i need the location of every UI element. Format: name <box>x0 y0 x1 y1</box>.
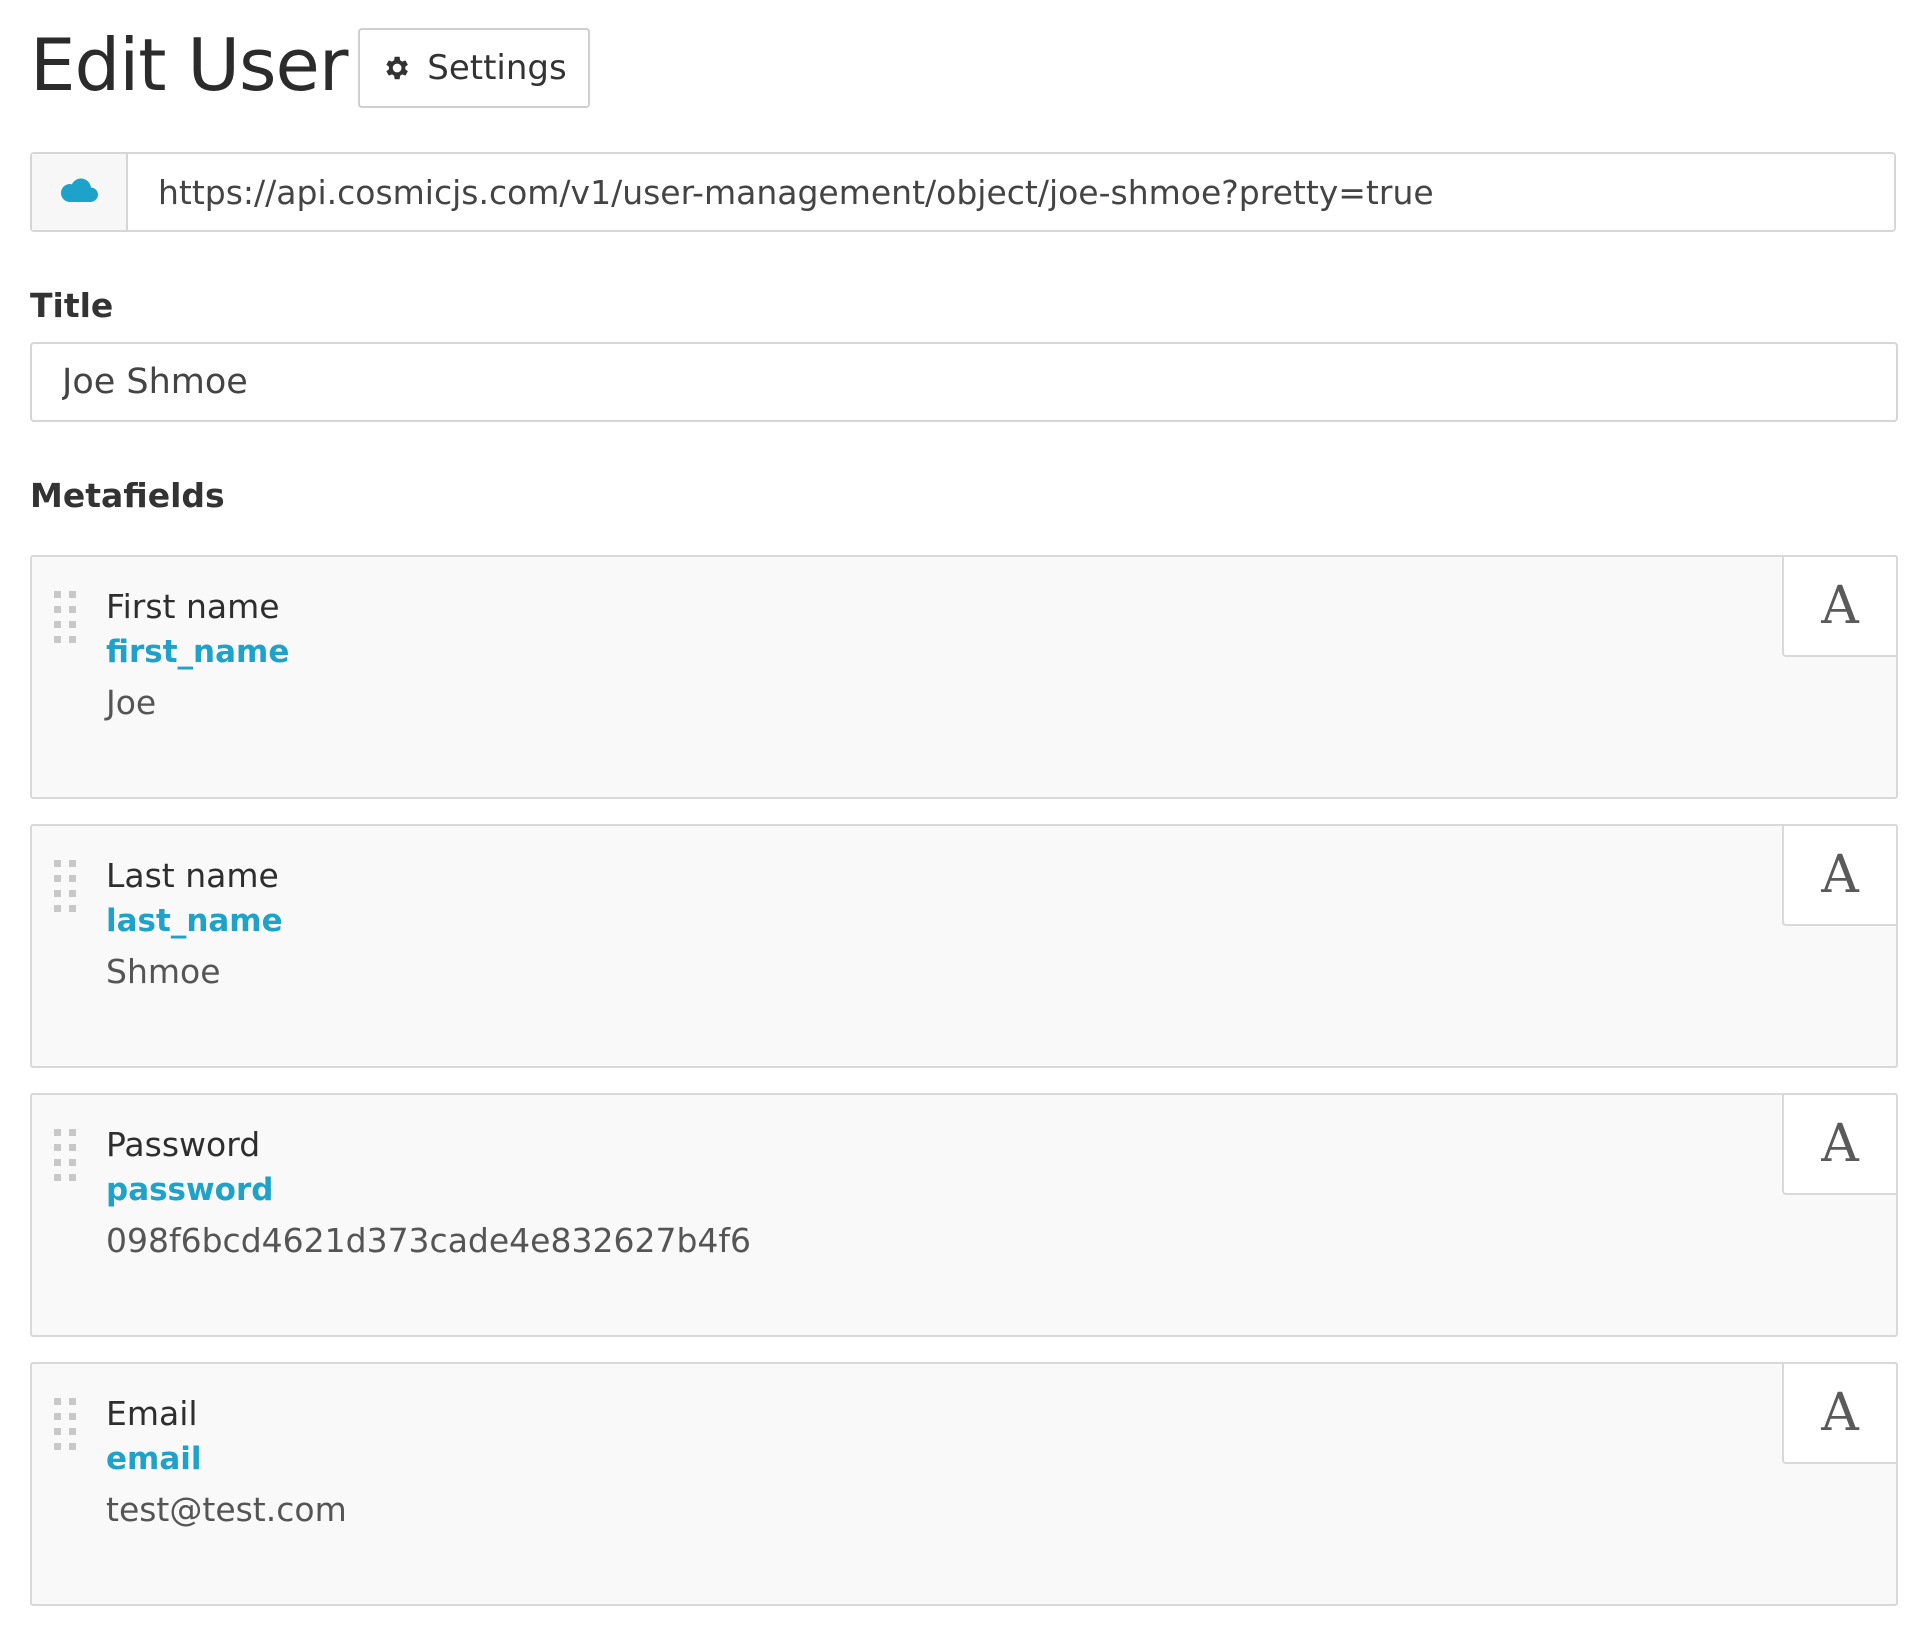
page-title: Edit User <box>30 29 347 101</box>
cloud-icon <box>59 176 99 208</box>
drag-handle-icon[interactable] <box>54 860 78 912</box>
metafield-value[interactable]: test@test.com <box>106 1490 347 1529</box>
edit-user-page: Edit User Settings Title Metafields Firs <box>0 0 1920 1625</box>
metafield-card: Password password 098f6bcd4621d373cade4e… <box>30 1093 1898 1337</box>
settings-button[interactable]: Settings <box>358 28 590 108</box>
metafields-heading: Metafields <box>30 476 225 515</box>
metafield-key: email <box>106 1441 202 1477</box>
api-url-input[interactable] <box>128 154 1894 230</box>
text-type-icon[interactable]: A <box>1782 555 1898 657</box>
gear-icon <box>381 53 411 83</box>
settings-button-label: Settings <box>427 48 566 88</box>
drag-handle-icon[interactable] <box>54 1129 78 1181</box>
metafield-key: last_name <box>106 903 283 939</box>
metafield-title: Email <box>106 1394 198 1433</box>
text-type-icon[interactable]: A <box>1782 1093 1898 1195</box>
drag-handle-icon[interactable] <box>54 1398 78 1450</box>
metafield-card: Last name last_name Shmoe A <box>30 824 1898 1068</box>
api-url-bar <box>30 152 1896 232</box>
metafield-key: password <box>106 1172 273 1208</box>
api-url-addon <box>32 154 128 230</box>
title-field-label: Title <box>30 286 113 325</box>
title-input[interactable] <box>30 342 1898 422</box>
metafield-card: Email email test@test.com A <box>30 1362 1898 1606</box>
metafield-title: Last name <box>106 856 279 895</box>
metafield-value[interactable]: Joe <box>106 683 156 722</box>
metafield-value[interactable]: 098f6bcd4621d373cade4e832627b4f6 <box>106 1221 751 1260</box>
metafield-title: First name <box>106 587 280 626</box>
metafield-card: First name first_name Joe A <box>30 555 1898 799</box>
drag-handle-icon[interactable] <box>54 591 78 643</box>
metafield-title: Password <box>106 1125 260 1164</box>
metafields-list: First name first_name Joe A Last name la… <box>30 555 1898 1625</box>
page-header: Edit User <box>30 22 347 108</box>
text-type-icon[interactable]: A <box>1782 1362 1898 1464</box>
metafield-value[interactable]: Shmoe <box>106 952 221 991</box>
metafield-key: first_name <box>106 634 289 670</box>
text-type-icon[interactable]: A <box>1782 824 1898 926</box>
